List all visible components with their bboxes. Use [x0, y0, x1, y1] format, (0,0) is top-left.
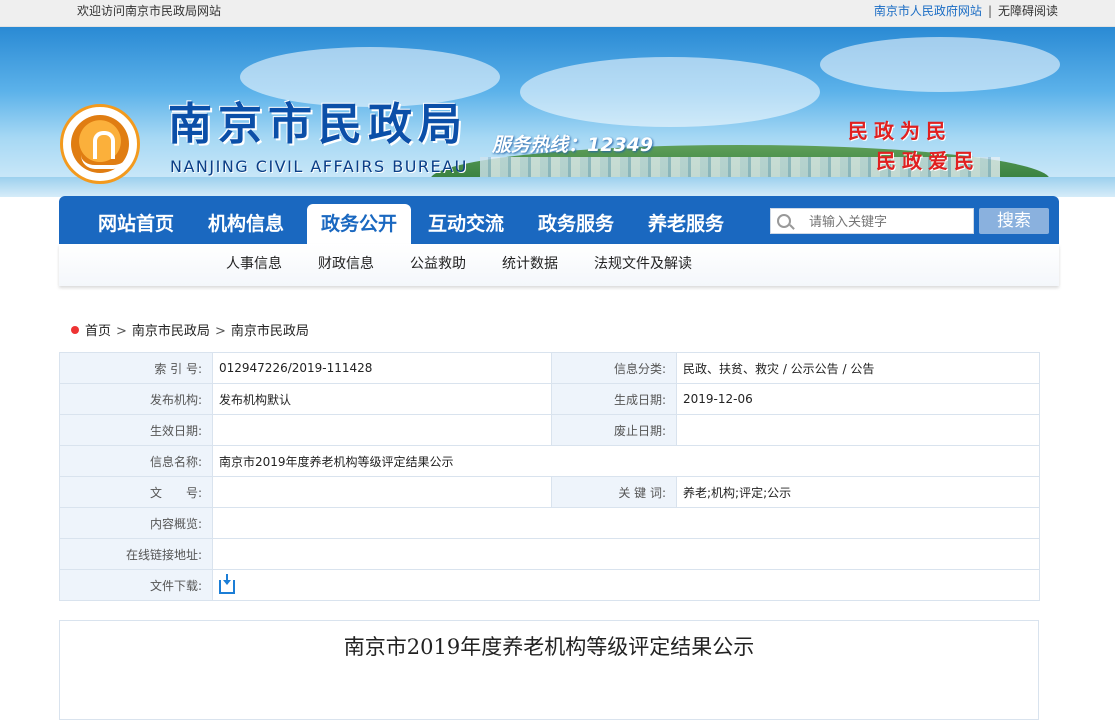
table-row: 索 引 号: 012947226/2019-111428 信息分类: 民政、扶贫… — [59, 352, 1040, 384]
info-name-label: 信息名称: — [59, 445, 213, 477]
article-container: 南京市2019年度养老机构等级评定结果公示 — [59, 620, 1039, 720]
lake-decoration — [0, 177, 1115, 197]
keywords-label: 关 键 词: — [551, 476, 677, 508]
emblem-inner — [71, 115, 129, 173]
search-input[interactable] — [807, 212, 971, 232]
download-cell — [212, 569, 1040, 601]
top-bar: 欢迎访问南京市民政局网站 南京市人民政府网站 | 无障碍阅读 — [0, 0, 1115, 27]
breadcrumb-arrow: > — [116, 324, 127, 339]
search-box — [770, 208, 974, 234]
publisher-value: 发布机构默认 — [212, 383, 552, 415]
top-separator: | — [987, 4, 992, 18]
subnav-regulations[interactable]: 法规文件及解读 — [594, 244, 692, 284]
download-label: 文件下载: — [59, 569, 213, 601]
nav-home[interactable]: 网站首页 — [84, 196, 188, 244]
table-row: 在线链接地址: — [59, 538, 1040, 570]
download-icon[interactable] — [219, 573, 235, 594]
nav-elderly-service[interactable]: 养老服务 — [634, 196, 738, 244]
cloud-decoration — [240, 47, 500, 107]
publisher-label: 发布机构: — [59, 383, 213, 415]
nav-org-info[interactable]: 机构信息 — [194, 196, 298, 244]
table-row: 发布机构: 发布机构默认 生成日期: 2019-12-06 — [59, 383, 1040, 415]
summary-label: 内容概览: — [59, 507, 213, 539]
table-row: 信息名称: 南京市2019年度养老机构等级评定结果公示 — [59, 445, 1040, 477]
service-hotline: 服务热线：12349 — [492, 134, 654, 156]
subnav-personnel[interactable]: 人事信息 — [226, 244, 282, 284]
table-row: 文 号: 关 键 词: 养老;机构;评定;公示 — [59, 476, 1040, 508]
top-links: 南京市人民政府网站 | 无障碍阅读 — [874, 0, 1058, 22]
site-title[interactable]: 南京市民政局 — [168, 99, 468, 151]
search-icon — [777, 214, 791, 228]
breadcrumb-arrow: > — [214, 324, 226, 339]
cloud-decoration — [820, 37, 1060, 92]
table-row: 生效日期: 废止日期: — [59, 414, 1040, 446]
subnav-finance[interactable]: 财政信息 — [318, 244, 374, 284]
subnav-statistics[interactable]: 统计数据 — [502, 244, 558, 284]
accessibility-link[interactable]: 无障碍阅读 — [998, 4, 1058, 18]
keywords-value: 养老;机构;评定;公示 — [676, 476, 1040, 508]
index-label: 索 引 号: — [59, 352, 213, 384]
slogan-1: 民政为民 — [848, 119, 952, 143]
created-date-label: 生成日期: — [551, 383, 677, 415]
table-row: 内容概览: — [59, 507, 1040, 539]
nav-gov-affairs[interactable]: 政务公开 — [307, 204, 411, 244]
bureau-emblem-icon[interactable] — [60, 104, 140, 184]
emblem-hands — [81, 155, 127, 169]
cloud-decoration — [520, 57, 820, 127]
index-value: 012947226/2019-111428 — [212, 352, 552, 384]
nav-interaction[interactable]: 互动交流 — [414, 196, 518, 244]
category-label: 信息分类: — [551, 352, 677, 384]
breadcrumb-home[interactable]: 首页 — [85, 324, 111, 339]
online-link-value — [212, 538, 1040, 570]
expired-date-value — [676, 414, 1040, 446]
sub-nav: 人事信息 财政信息 公益救助 统计数据 法规文件及解读 — [59, 244, 1059, 286]
slogan-2: 民政爱民 — [876, 149, 980, 173]
doc-number-label: 文 号: — [59, 476, 213, 508]
summary-value — [212, 507, 1040, 539]
breadcrumb: 首页 > 南京市民政局 > 南京市民政局 — [71, 320, 309, 339]
location-icon — [71, 326, 79, 334]
welcome-text: 欢迎访问南京市民政局网站 — [77, 4, 222, 18]
expired-date-label: 废止日期: — [551, 414, 677, 446]
category-value: 民政、扶贫、救灾 / 公示公告 / 公告 — [676, 352, 1040, 384]
table-row: 文件下载: — [59, 569, 1040, 601]
breadcrumb-current[interactable]: 南京市民政局 — [231, 324, 309, 339]
breadcrumb-bureau[interactable]: 南京市民政局 — [132, 324, 210, 339]
nav-gov-service[interactable]: 政务服务 — [524, 196, 628, 244]
info-name-value: 南京市2019年度养老机构等级评定结果公示 — [212, 445, 1040, 477]
gov-site-link[interactable]: 南京市人民政府网站 — [874, 4, 982, 18]
doc-number-value — [212, 476, 552, 508]
subnav-relief[interactable]: 公益救助 — [410, 244, 466, 284]
effective-date-value — [212, 414, 552, 446]
search-button[interactable]: 搜索 — [979, 208, 1049, 234]
main-nav: 网站首页 机构信息 政务公开 互动交流 政务服务 养老服务 搜索 — [59, 196, 1059, 244]
header-banner: 南京市民政局 NANJING CIVIL AFFAIRS BUREAU 服务热线… — [0, 27, 1115, 197]
online-link-label: 在线链接地址: — [59, 538, 213, 570]
created-date-value: 2019-12-06 — [676, 383, 1040, 415]
info-metadata-table: 索 引 号: 012947226/2019-111428 信息分类: 民政、扶贫… — [59, 352, 1040, 601]
site-subtitle: NANJING CIVIL AFFAIRS BUREAU — [170, 157, 468, 176]
article-title: 南京市2019年度养老机构等级评定结果公示 — [343, 635, 755, 659]
effective-date-label: 生效日期: — [59, 414, 213, 446]
